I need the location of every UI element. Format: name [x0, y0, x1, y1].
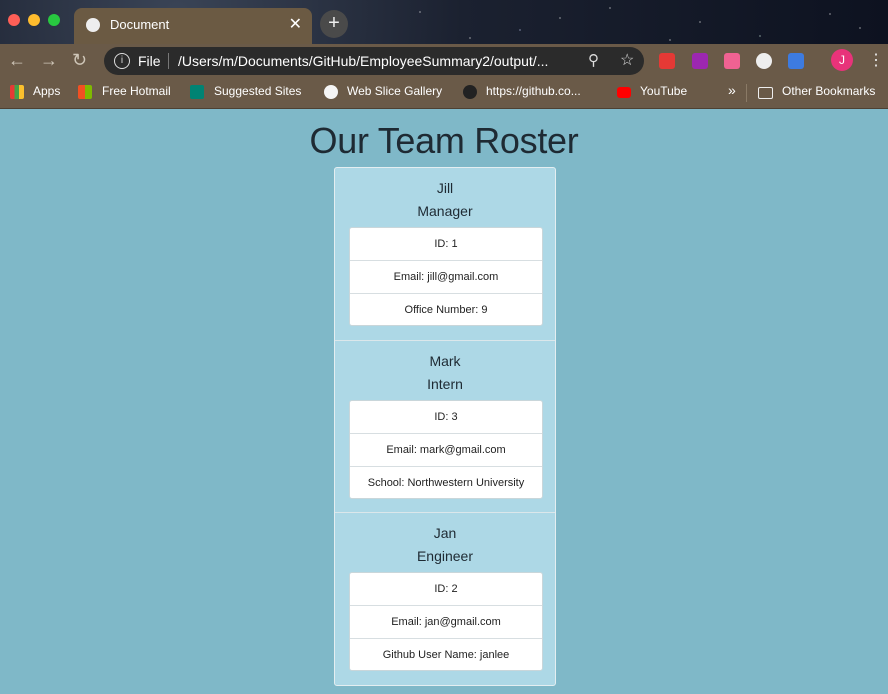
new-tab-button[interactable]: + — [320, 10, 348, 38]
bing-icon — [190, 85, 204, 99]
browser-toolbar: ← → ↻ i File /Users/m/Documents/GitHub/E… — [0, 44, 888, 78]
bookmark-web-slice-gallery[interactable]: Web Slice Gallery — [347, 84, 442, 98]
employee-card: Mark Intern ID: 3 Email: mark@gmail.com … — [335, 340, 555, 512]
employee-details-list: ID: 2 Email: jan@gmail.com Github User N… — [349, 572, 543, 671]
extension-red-icon[interactable] — [659, 53, 675, 69]
bookmark-other-bookmarks[interactable]: Other Bookmarks — [782, 84, 875, 98]
apps-grid-icon — [10, 85, 24, 99]
employee-card: Jill Manager ID: 1 Email: jill@gmail.com… — [335, 168, 555, 339]
bookmark-star-icon[interactable]: ☆ — [620, 50, 634, 70]
employee-name: Jan — [433, 525, 457, 541]
employee-id: ID: 2 — [350, 573, 542, 606]
employee-id: ID: 3 — [350, 401, 542, 434]
employee-role: Engineer — [416, 548, 474, 564]
employee-details-list: ID: 1 Email: jill@gmail.com Office Numbe… — [349, 227, 543, 326]
address-bar[interactable]: i File /Users/m/Documents/GitHub/Employe… — [104, 47, 644, 75]
youtube-icon — [617, 87, 631, 98]
employee-role: Intern — [427, 376, 463, 392]
employee-email: Email: jan@gmail.com — [350, 606, 542, 639]
forward-button[interactable]: → — [40, 50, 58, 70]
extension-white-icon[interactable] — [756, 53, 772, 69]
extension-purple-icon[interactable] — [692, 53, 708, 69]
globe-icon — [86, 18, 100, 32]
team-roster-container: Jill Manager ID: 1 Email: jill@gmail.com… — [334, 167, 556, 686]
employee-details-list: ID: 3 Email: mark@gmail.com School: Nort… — [349, 400, 543, 499]
tab-title: Document — [110, 17, 170, 32]
page-title: Our Team Roster — [309, 120, 579, 161]
more-menu-icon[interactable]: ⋮ — [868, 50, 884, 70]
close-window-button[interactable] — [8, 14, 20, 26]
web-slice-icon — [324, 85, 338, 99]
close-tab-icon[interactable]: ✕ — [289, 14, 302, 34]
employee-office-number: Office Number: 9 — [404, 304, 488, 316]
employee-email: Email: jill@gmail.com — [350, 261, 542, 294]
minimize-window-button[interactable] — [28, 14, 40, 26]
url-scheme-label: File — [138, 53, 161, 69]
employee-id: ID: 1 — [350, 228, 542, 261]
bookmark-apps[interactable]: Apps — [33, 84, 60, 98]
bookmark-suggested-sites[interactable]: Suggested Sites — [214, 84, 301, 98]
reload-button[interactable]: ↻ — [72, 50, 87, 70]
bookmark-free-hotmail[interactable]: Free Hotmail — [102, 84, 171, 98]
profile-avatar[interactable]: J — [831, 49, 853, 71]
zoom-icon[interactable]: ⚲ — [588, 51, 599, 69]
back-button[interactable]: ← — [8, 50, 26, 70]
bookmark-youtube[interactable]: YouTube — [640, 84, 687, 98]
more-bookmarks-chevron-icon[interactable]: » — [728, 82, 736, 98]
employee-name: Mark — [429, 353, 461, 369]
github-icon — [463, 85, 477, 99]
extension-calendar-icon[interactable] — [788, 53, 804, 69]
bookmarks-bar: Apps Free Hotmail Suggested Sites Web Sl… — [0, 78, 888, 109]
bookmark-github[interactable]: https://github.co... — [486, 84, 581, 98]
employee-role: Manager — [417, 203, 473, 219]
folder-icon — [758, 87, 773, 99]
microsoft-icon — [78, 85, 92, 99]
browser-tab[interactable]: Document ✕ — [74, 8, 312, 44]
info-icon[interactable]: i — [114, 53, 130, 69]
browser-titlebar: Document ✕ + — [0, 0, 888, 44]
bookmarks-divider — [746, 84, 747, 102]
url-divider — [168, 53, 169, 69]
employee-school: School: Northwestern University — [367, 477, 525, 489]
employee-name: Jill — [436, 180, 454, 196]
employee-email: Email: mark@gmail.com — [350, 434, 542, 467]
employee-github: Github User Name: janlee — [382, 649, 510, 661]
employee-card: Jan Engineer ID: 2 Email: jan@gmail.com … — [335, 512, 555, 684]
url-text[interactable]: /Users/m/Documents/GitHub/EmployeeSummar… — [178, 53, 548, 69]
extension-pink-icon[interactable] — [724, 53, 740, 69]
maximize-window-button[interactable] — [48, 14, 60, 26]
